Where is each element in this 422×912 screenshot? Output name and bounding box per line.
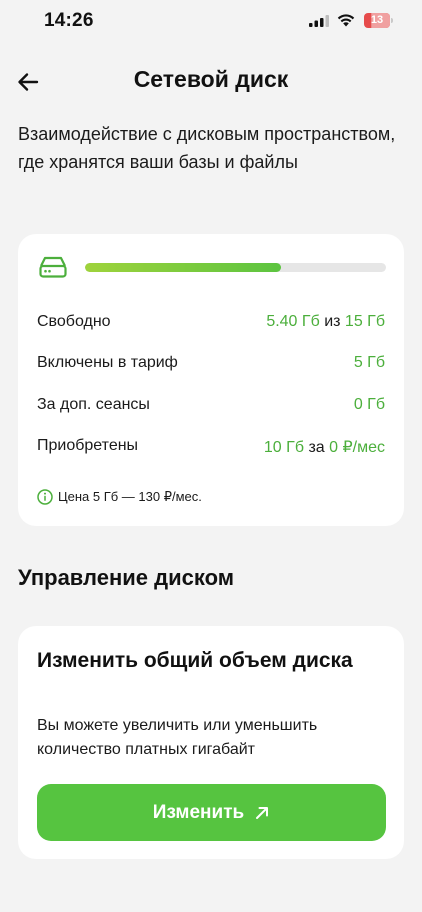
row-purchased-label: Приобретены [37,437,139,454]
hard-drive-icon [39,256,67,278]
purchased-joiner: за [308,439,325,456]
row-purchased-value: 10 Гб за 0 ₽/мес [264,437,385,457]
row-included-value: 5 Гб [353,354,385,371]
purchased-price: 0 ₽/мес [329,439,385,456]
row-sessions: За доп. сеансы 0 Гб [37,396,385,420]
row-free-value: 5.40 Гб из 15 Гб [266,313,385,331]
row-free-label: Свободно [37,313,111,330]
wifi-icon [337,14,355,27]
status-bar: 14:26 13 [0,0,422,44]
page-title: Сетевой диск [133,66,289,92]
manage-disk-card: Изменить общий объем диска Вы можете уве… [18,626,404,859]
section-title: Управление диском [18,565,234,590]
total-amount: 15 Гб [344,313,385,330]
disk-usage-card: Свободно 5.40 Гб из 15 Гб Включены в тар… [18,234,404,526]
status-time: 14:26 [44,10,94,31]
price-note-text: Цена 5 Гб — 130 ₽/мес. [58,489,202,504]
battery-level: 13 [370,14,384,26]
row-included: Включены в тариф 5 Гб [37,354,385,378]
row-sessions-value: 0 Гб [353,396,385,413]
manage-description: Вы можете увеличить или уменьшить количе… [37,717,318,758]
usage-progress-bar [85,263,386,272]
row-sessions-label: За доп. сеансы [37,396,150,413]
signal-icon [309,15,329,27]
row-free: Свободно 5.40 Гб из 15 Гб [37,313,385,337]
usage-progress-fill [85,263,281,272]
arrow-left-icon [18,73,39,91]
arrow-up-right-icon [256,806,269,819]
page-description: Взаимодействие с дисковым пространством,… [18,124,396,172]
change-button[interactable]: Изменить [37,784,386,841]
back-button[interactable] [14,68,42,96]
page: 14:26 13 Сетевой диск Взаимодействие с д… [0,0,422,912]
row-purchased: Приобретены 10 Гб за 0 ₽/мес [37,437,385,461]
free-amount: 5.40 Гб [266,313,320,330]
row-included-label: Включены в тариф [37,354,178,371]
battery-tip [391,18,393,23]
free-joiner: из [324,313,341,330]
battery-icon: 13 [364,13,394,28]
manage-title: Изменить общий объем диска [37,649,353,672]
info-icon [37,489,53,505]
price-note: Цена 5 Гб — 130 ₽/мес. [37,488,202,506]
purchased-amount: 10 Гб [263,439,304,456]
change-button-label: Изменить [152,801,245,823]
